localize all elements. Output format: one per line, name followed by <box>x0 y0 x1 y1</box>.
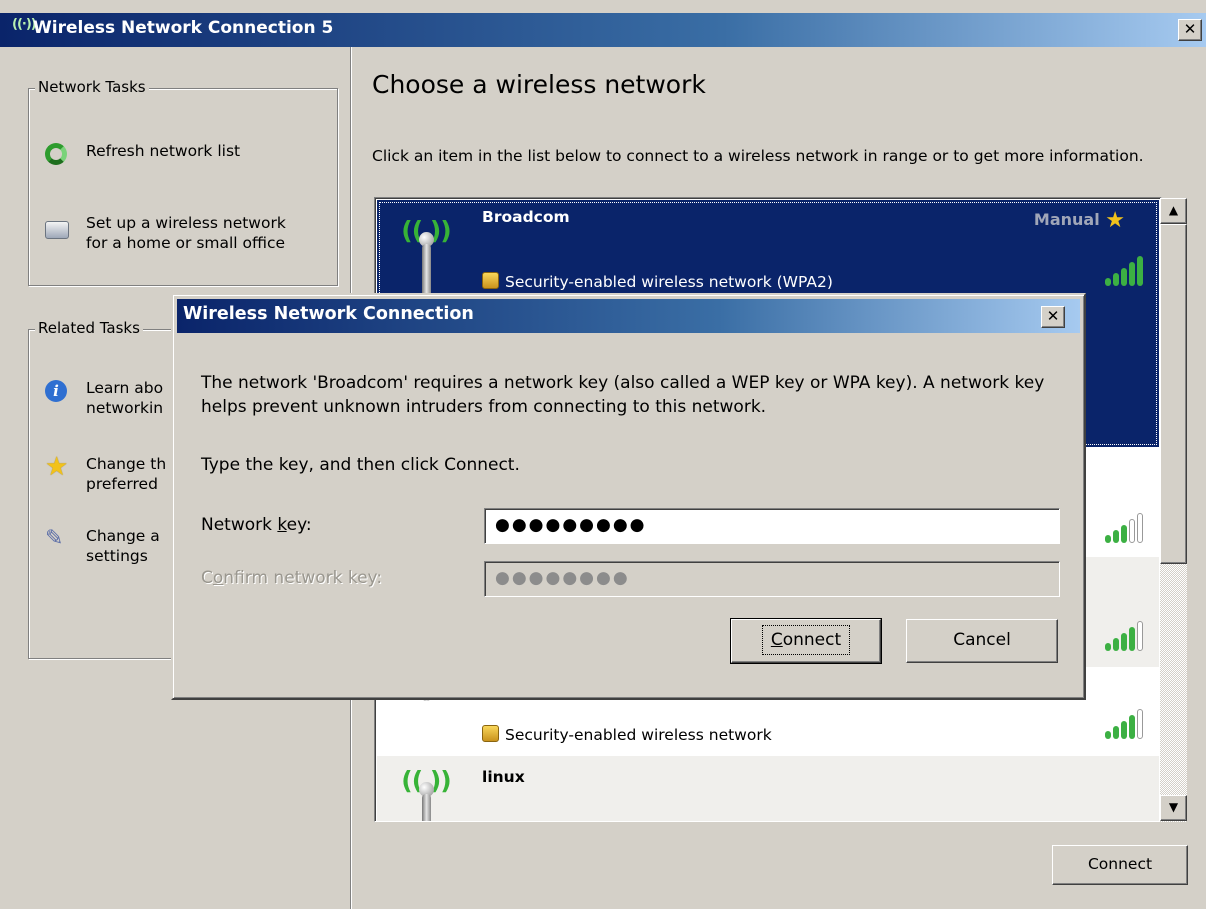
change-preferred-line2: preferred <box>86 475 158 493</box>
antenna-icon: (( )) <box>391 764 461 821</box>
confirm-key-label-pre: C <box>201 568 213 588</box>
dialog-connect-button[interactable]: Connect <box>730 618 882 664</box>
network-tasks-title: Network Tasks <box>35 78 149 96</box>
network-security: Security-enabled wireless network (WPA2) <box>482 272 833 291</box>
lock-icon <box>482 725 499 742</box>
star-icon: ★ <box>45 452 69 482</box>
signal-strength-icon <box>1105 806 1153 821</box>
connect-button[interactable]: Connect <box>1052 845 1188 885</box>
manual-badge: Manual ★ <box>1034 208 1125 233</box>
confirm-network-key-label: Confirm network key: <box>201 568 382 588</box>
network-list-scrollbar[interactable]: ▲ ▼ <box>1160 198 1187 822</box>
dialog-title-bar[interactable]: Wireless Network Connection <box>177 299 1080 333</box>
dialog-instruction: Type the key, and then click Connect. <box>201 455 520 475</box>
network-key-input[interactable]: ●●●●●●●●● <box>484 508 1060 544</box>
dialog-cancel-button[interactable]: Cancel <box>906 619 1058 663</box>
network-security-text: Security-enabled wireless network (WPA2) <box>505 273 833 291</box>
window-title: Wireless Network Connection 5 <box>33 18 334 38</box>
page-title: Choose a wireless network <box>372 70 706 99</box>
refresh-network-list-label: Refresh network list <box>86 142 241 160</box>
antenna-icon: (( )) <box>391 214 461 298</box>
window-close-button[interactable]: ✕ <box>1178 19 1202 41</box>
setup-wireless-network-label: Set up a wireless network for a home or … <box>86 213 286 253</box>
network-key-dialog: Wireless Network Connection ✕ The networ… <box>171 293 1086 700</box>
learn-label-line2: networkin <box>86 399 164 417</box>
confirm-key-label-accel: o <box>212 568 224 588</box>
setup-network-icon <box>45 215 69 239</box>
setup-wireless-network-link[interactable]: Set up a wireless network for a home or … <box>45 213 335 257</box>
wrench-icon: ✎ <box>45 526 64 551</box>
change-preferred-label: Change th preferred <box>86 454 166 494</box>
network-key-label: Network key: <box>201 515 312 535</box>
scroll-up-button[interactable]: ▲ <box>1160 198 1187 224</box>
connect-focus-ring: Connect <box>761 625 851 655</box>
scroll-thumb[interactable] <box>1160 224 1187 564</box>
signal-strength-icon <box>1105 513 1153 543</box>
window-title-bar[interactable]: ((·)) Wireless Network Connection 5 <box>0 13 1206 47</box>
network-item-linux[interactable]: (( )) linux <box>377 756 1159 821</box>
dialog-close-button[interactable]: ✕ <box>1041 306 1065 328</box>
learn-about-label: Learn abo networkin <box>86 378 163 418</box>
info-icon: i <box>45 380 69 404</box>
network-security: Security-enabled wireless network <box>482 725 772 744</box>
setup-label-line2: for a home or small office <box>86 234 286 252</box>
page-instructions: Click an item in the list below to conne… <box>372 147 1144 165</box>
preferred-star-icon: ★ <box>1105 208 1125 233</box>
change-preferred-line1: Change th <box>86 455 167 473</box>
learn-label-line1: Learn abo <box>86 379 164 397</box>
network-key-label-pre: Network <box>201 515 278 535</box>
setup-label-line1: Set up a wireless network <box>86 214 286 232</box>
connect-accel: C <box>770 630 783 650</box>
manual-label: Manual <box>1033 210 1100 229</box>
lock-icon <box>482 272 499 289</box>
refresh-icon <box>45 143 69 167</box>
change-advanced-line2: settings <box>86 547 148 565</box>
network-name: linux <box>482 768 525 786</box>
related-tasks-title: Related Tasks <box>35 319 143 337</box>
network-name: Broadcom <box>482 208 570 226</box>
change-advanced-label: Change a settings <box>86 526 160 566</box>
network-key-label-accel: k <box>277 515 287 535</box>
refresh-network-list-link[interactable]: Refresh network list <box>45 141 335 165</box>
confirm-network-key-input: ●●●●●●●● <box>484 561 1060 597</box>
change-advanced-line1: Change a <box>86 527 160 545</box>
signal-strength-icon <box>1105 621 1153 651</box>
network-tasks-group: Network Tasks Refresh network list Set u… <box>28 78 338 286</box>
confirm-key-label-post: nfirm network key: <box>223 568 383 588</box>
connect-rest: onnect <box>782 630 842 650</box>
network-security-text: Security-enabled wireless network <box>505 726 772 744</box>
network-key-label-post: ey: <box>286 515 312 535</box>
signal-strength-icon <box>1105 256 1153 286</box>
dialog-title: Wireless Network Connection <box>183 304 474 324</box>
scroll-down-button[interactable]: ▼ <box>1160 795 1187 821</box>
signal-strength-icon <box>1105 709 1153 739</box>
dialog-message: The network 'Broadcom' requires a networ… <box>201 373 1045 417</box>
